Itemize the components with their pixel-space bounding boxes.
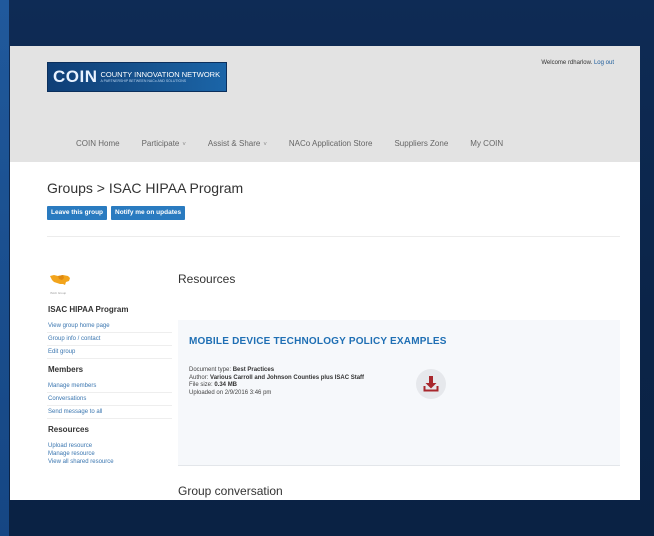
document-size: File size: 0.34 MB — [189, 382, 238, 388]
download-icon — [423, 376, 439, 392]
sidebar-link-conversations[interactable]: Conversations — [47, 393, 172, 406]
nav-application-store[interactable]: NACo Application Store — [289, 139, 373, 148]
document-uploaded: Uploaded on 2/9/2016 3:46 pm — [189, 389, 272, 396]
welcome-bar: Welcome rdharlow. Log out — [541, 60, 614, 66]
sidebar-members-section: Members Manage members Conversations Sen… — [47, 365, 172, 419]
chevron-down-icon: ˅ — [263, 141, 267, 148]
nav-assist-share[interactable]: Assist & Share ˅ — [208, 139, 267, 148]
sidebar-link-view-home[interactable]: View group home page — [47, 320, 172, 333]
sidebar-link-upload-resource[interactable]: Upload resource — [47, 440, 172, 450]
nav-label: Participate — [141, 138, 180, 148]
document-author: Author: Various Carroll and Johnson Coun… — [189, 374, 365, 381]
nav-label: NACo Application Store — [288, 138, 373, 148]
nav-label: Suppliers Zone — [394, 138, 449, 148]
sidebar-resources-section: Resources Upload resource Manage resourc… — [47, 425, 172, 468]
resources-heading: Resources — [178, 272, 236, 286]
coin-logo[interactable]: COIN COUNTY INNOVATION NETWORK A PARTNER… — [47, 62, 227, 92]
logout-link[interactable]: Log out — [594, 60, 614, 66]
sidebar-link-send-message[interactable]: Send message to all — [47, 406, 172, 419]
usa-map-icon — [50, 275, 70, 285]
logo-subtitle: A PARTNERSHIP BETWEEN NACo AND SOLUTIONS — [100, 79, 187, 83]
sidebar-link-manage-resource[interactable]: Manage resource — [47, 450, 172, 458]
document-meta: Document type: Best Practices Author: Va… — [189, 367, 364, 397]
leave-group-button[interactable]: Leave this group — [47, 206, 108, 220]
group-actions: Leave this group Notify me on updates — [47, 206, 186, 220]
sidebar-members-heading: Members — [48, 365, 84, 374]
group-sidebar: ISAC HIPAA Program View group home page … — [47, 305, 172, 474]
background-accent — [0, 0, 9, 536]
sidebar-group-name: ISAC HIPAA Program — [48, 305, 129, 314]
site-header: COIN COUNTY INNOVATION NETWORK A PARTNER… — [10, 46, 640, 162]
chevron-down-icon: ˅ — [182, 141, 186, 148]
sidebar-resources-heading: Resources — [48, 425, 89, 434]
logo-text: COUNTY INNOVATION NETWORK A PARTNERSHIP … — [101, 70, 221, 84]
browser-screenshot: COIN COUNTY INNOVATION NETWORK A PARTNER… — [10, 46, 640, 500]
sidebar-link-manage-members[interactable]: Manage members — [47, 380, 172, 393]
logo-name: COUNTY INNOVATION NETWORK — [100, 70, 221, 79]
conversation-heading: Group conversation — [178, 484, 283, 498]
nav-label: Assist & Share — [207, 138, 261, 148]
sidebar-link-view-shared[interactable]: View all shared resource — [47, 458, 172, 468]
map-caption: ISAC Group — [50, 291, 67, 295]
page-title: Groups > ISAC HIPAA Program — [47, 180, 244, 196]
document-type: Document type: Best Practices — [189, 367, 275, 373]
nav-label: COIN Home — [76, 138, 120, 148]
sidebar-group-section: ISAC HIPAA Program View group home page … — [47, 305, 172, 359]
nav-coin-home[interactable]: COIN Home — [76, 139, 120, 148]
resource-card: MOBILE DEVICE TECHNOLOGY POLICY EXAMPLES… — [178, 320, 620, 466]
nav-label: My COIN — [470, 138, 504, 148]
document-title-link[interactable]: MOBILE DEVICE TECHNOLOGY POLICY EXAMPLES — [189, 336, 447, 347]
download-button[interactable] — [416, 369, 446, 399]
notify-updates-button[interactable]: Notify me on updates — [111, 206, 186, 220]
sidebar-link-edit-group[interactable]: Edit group — [47, 346, 172, 359]
nav-my-coin[interactable]: My COIN — [470, 139, 503, 148]
welcome-text: Welcome rdharlow. — [541, 60, 593, 66]
main-nav: COIN Home Participate ˅ Assist & Share ˅ N… — [10, 134, 640, 152]
divider — [47, 236, 620, 237]
sidebar-link-group-info[interactable]: Group info / contact — [47, 333, 172, 346]
logo-mark: COIN — [53, 67, 98, 86]
nav-participate[interactable]: Participate ˅ — [142, 139, 186, 148]
nav-suppliers-zone[interactable]: Suppliers Zone — [394, 139, 448, 148]
